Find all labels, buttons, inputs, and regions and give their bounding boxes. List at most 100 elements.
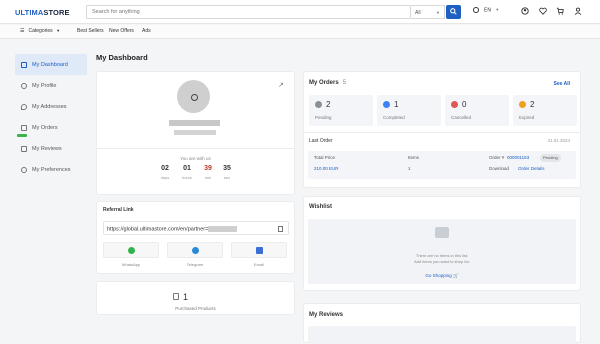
menu-icon: ☰ xyxy=(20,28,25,34)
sidebar-item-dashboard[interactable]: My Dashboard xyxy=(15,54,87,75)
category-nav: ☰ Categories ▼ Best Sellers New Offers Ad… xyxy=(0,25,600,39)
go-shopping-link[interactable]: Go Shopping 🛒 xyxy=(308,273,576,279)
referral-card: Referral Link https://global.ultimastore… xyxy=(96,201,295,274)
share-whatsapp-button[interactable] xyxy=(103,242,159,258)
gear-icon xyxy=(21,166,27,173)
chevron-down-icon: ▼ xyxy=(56,28,61,33)
reviews-content xyxy=(308,326,576,344)
external-link-icon[interactable]: ↗ xyxy=(278,81,284,89)
empty-message-2: Add items you want to shop for. xyxy=(414,259,470,264)
countdown-unit: days xyxy=(160,175,170,180)
share-label: Telegram xyxy=(186,262,204,267)
countdown-minutes: 39 min xyxy=(198,165,218,180)
countdown-hours: 01 hours xyxy=(177,165,197,180)
search-icon xyxy=(450,8,457,15)
sidebar-item-addresses[interactable]: My Addresses xyxy=(15,96,87,117)
globe-icon xyxy=(473,7,479,13)
nav-best-sellers[interactable]: Best Sellers xyxy=(77,28,104,34)
order-number-value[interactable]: 000001183 xyxy=(507,155,529,160)
cancel-icon xyxy=(451,101,458,108)
green-indicator xyxy=(17,134,27,137)
email-icon xyxy=(256,247,263,254)
copy-icon[interactable] xyxy=(278,226,283,232)
location-icon xyxy=(21,103,27,110)
total-price-value: 210.00 EUR xyxy=(314,166,339,171)
order-number-label: Order # xyxy=(489,155,505,160)
chevron-down-icon: ▼ xyxy=(495,7,500,13)
header-icons xyxy=(521,7,590,15)
countdown-unit: sec xyxy=(223,175,231,180)
wishlist-heading: Wishlist xyxy=(309,204,332,210)
items-label: Items xyxy=(408,155,420,160)
see-all-link[interactable]: See All xyxy=(554,81,571,87)
logo-text-a: ULTIMA xyxy=(15,8,44,17)
sidebar-item-label: My Profile xyxy=(32,82,57,89)
last-order-box: Total Price 210.00 EUR Items 1 Order # 0… xyxy=(308,151,576,179)
partner-id-mask xyxy=(208,226,238,232)
cart-icon[interactable] xyxy=(556,7,565,15)
referral-heading: Referral Link xyxy=(103,207,134,213)
shopping-bag-icon xyxy=(173,293,179,300)
purchased-label: Purchased Products xyxy=(175,306,216,311)
categories-menu[interactable]: ☰ Categories ▼ xyxy=(20,28,60,34)
language-selector[interactable]: EN ▼ xyxy=(473,7,499,13)
reviews-icon xyxy=(21,145,27,152)
stat-completed[interactable]: 1 Completed xyxy=(377,95,441,126)
sidebar-item-preferences[interactable]: My Preferences xyxy=(15,159,87,180)
user-icon[interactable] xyxy=(574,7,582,15)
stat-label: Cancelled xyxy=(451,115,472,120)
download-link[interactable]: Download xyxy=(489,166,509,171)
countdown-value: 02 xyxy=(161,165,169,172)
wishlist-card: Wishlist There are no items in this list… xyxy=(303,196,581,291)
telegram-icon xyxy=(192,247,199,254)
chevron-down-icon: ▼ xyxy=(436,10,440,15)
store-logo[interactable]: ULTIMASTORE xyxy=(15,8,70,17)
countdown-unit: min xyxy=(204,175,212,180)
referral-link-field[interactable]: https://global.ultimastore.com/en/partne… xyxy=(103,221,289,235)
divider xyxy=(97,148,294,149)
go-shopping-label: Go Shopping xyxy=(425,273,452,278)
sidebar-item-label: My Addresses xyxy=(32,103,67,110)
whatsapp-icon xyxy=(128,247,135,254)
order-details-link[interactable]: Order Details xyxy=(518,166,545,171)
empty-cart-icon xyxy=(435,227,449,238)
search-box[interactable] xyxy=(86,5,411,19)
empty-message-1: There are no items in this list. xyxy=(415,253,469,258)
share-email-button[interactable] xyxy=(231,242,287,258)
total-price-label: Total Price xyxy=(314,155,336,160)
search-category-select[interactable]: All ▼ xyxy=(411,5,445,19)
account-sidebar: My Dashboard My Profile My Addresses My … xyxy=(15,54,87,180)
account-icon[interactable] xyxy=(521,7,529,15)
countdown-value: 39 xyxy=(204,165,212,172)
username-placeholder xyxy=(169,120,220,126)
reviews-card: My Reviews xyxy=(303,303,581,344)
orders-icon xyxy=(21,124,27,131)
sidebar-item-reviews[interactable]: My Reviews xyxy=(15,138,87,159)
orders-heading: My Orders 5 xyxy=(309,80,346,86)
share-telegram-button[interactable] xyxy=(167,242,223,258)
stat-pending[interactable]: 2 Pending xyxy=(309,95,373,126)
stat-expired[interactable]: 2 Expired xyxy=(513,95,577,126)
search-button[interactable] xyxy=(446,5,461,19)
logo-text-b: STORE xyxy=(43,8,70,17)
avatar[interactable] xyxy=(177,80,210,113)
stat-value: 2 xyxy=(530,100,535,109)
nav-new-offers[interactable]: New Offers xyxy=(109,28,134,34)
reviews-heading: My Reviews xyxy=(309,312,344,318)
search-input[interactable] xyxy=(87,6,410,18)
referral-link-text: https://global.ultimastore.com/en/partne… xyxy=(107,226,209,233)
stat-label: Expired xyxy=(519,115,535,120)
profile-icon xyxy=(21,82,27,89)
stat-value: 0 xyxy=(462,100,467,109)
stat-cancelled[interactable]: 0 Cancelled xyxy=(445,95,509,126)
last-order-label: Last Order xyxy=(309,138,333,144)
nav-ads[interactable]: Ads xyxy=(142,28,151,34)
countdown-unit: hours xyxy=(181,175,192,180)
sidebar-item-profile[interactable]: My Profile xyxy=(15,75,87,96)
sidebar-item-label: My Orders xyxy=(32,124,58,131)
divider xyxy=(304,132,580,133)
categories-label: Categories xyxy=(28,28,53,34)
status-label: Pending xyxy=(543,155,558,160)
heart-icon[interactable] xyxy=(538,7,547,15)
page-title: My Dashboard xyxy=(96,53,148,62)
